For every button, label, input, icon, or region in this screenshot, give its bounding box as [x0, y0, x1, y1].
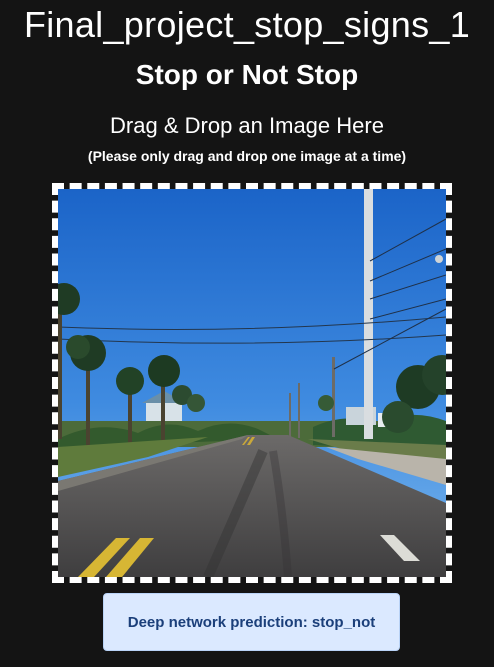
project-title: Final_project_stop_signs_1 — [23, 4, 471, 45]
uploaded-road-photo — [58, 189, 446, 577]
prediction-result: Deep network prediction: stop_not — [103, 593, 400, 651]
drop-note: (Please only drag and drop one image at … — [87, 148, 407, 164]
app-page: Final_project_stop_signs_1 Stop or Not S… — [0, 0, 494, 667]
app-title: Stop or Not Stop — [135, 59, 359, 90]
drop-heading: Drag & Drop an Image Here — [110, 113, 384, 138]
image-drop-zone[interactable] — [52, 183, 452, 583]
